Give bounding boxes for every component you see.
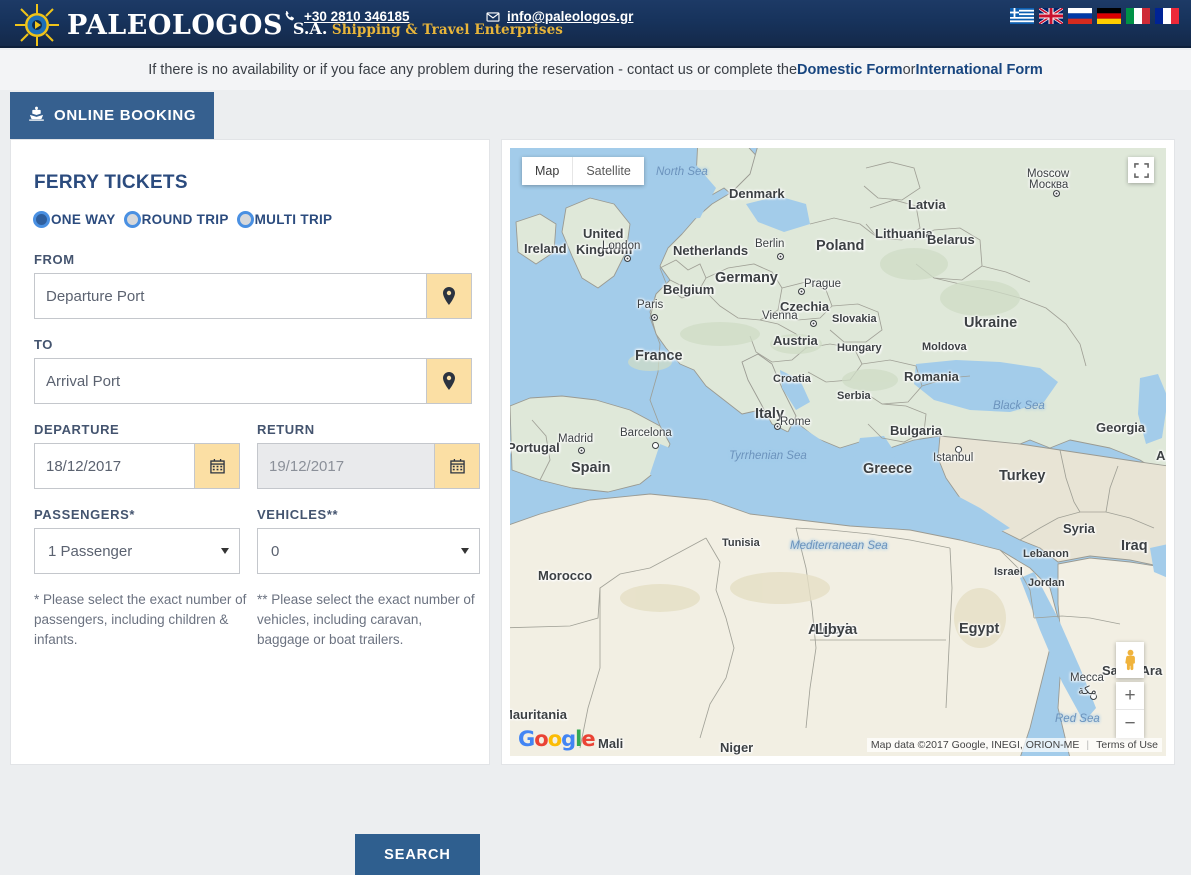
map-attribution: Map data ©2017 Google, INEGI, ORION-ME |… — [866, 738, 1162, 752]
arrival-port-input[interactable] — [34, 358, 426, 404]
return-date-row — [257, 443, 480, 489]
return-date-input[interactable] — [257, 443, 434, 489]
radio-label-multi-trip: MULTI TRIP — [254, 212, 333, 227]
map-city-dot — [777, 253, 784, 260]
phone-contact[interactable]: +30 2810 346185 — [283, 9, 409, 24]
map-type-satellite[interactable]: Satellite — [572, 157, 643, 185]
google-logo: Google — [518, 727, 596, 751]
map-pin-icon — [443, 287, 455, 305]
label-vehicles: VEHICLES** — [257, 507, 339, 522]
map-city-dot — [810, 320, 817, 327]
page-title: FERRY TICKETS — [34, 172, 188, 193]
map-panel: Map Satellite + − Google Map data ©2017 … — [501, 139, 1175, 765]
map-type-control[interactable]: Map Satellite — [522, 157, 644, 185]
phone-link[interactable]: +30 2810 346185 — [304, 9, 409, 24]
label-from: FROM — [34, 252, 75, 267]
google-map[interactable]: Map Satellite + − Google Map data ©2017 … — [510, 148, 1166, 756]
flag-english[interactable] — [1038, 6, 1064, 26]
email-contact[interactable]: info@paleologos.gr — [486, 9, 633, 24]
departure-port-input[interactable] — [34, 273, 426, 319]
label-to: TO — [34, 337, 54, 352]
map-geography — [510, 148, 1166, 756]
departure-date-row — [34, 443, 240, 489]
return-calendar-button[interactable] — [434, 443, 480, 489]
flag-german[interactable] — [1097, 8, 1121, 24]
calendar-icon — [449, 458, 465, 474]
departure-calendar-button[interactable] — [194, 443, 240, 489]
map-city-dot — [624, 255, 631, 262]
map-city-dot — [1053, 190, 1060, 197]
map-zoom-control[interactable]: + − — [1116, 682, 1144, 738]
map-city-dot — [652, 442, 659, 449]
domestic-form-link[interactable]: Domestic Form — [797, 62, 903, 78]
radio-label-round-trip: ROUND TRIP — [141, 212, 229, 227]
radio-multi-trip[interactable]: MULTI TRIP — [236, 211, 333, 228]
email-link[interactable]: info@paleologos.gr — [507, 9, 633, 24]
search-button[interactable]: SEARCH — [355, 834, 480, 875]
phone-icon — [283, 10, 297, 24]
flag-russian[interactable] — [1068, 8, 1092, 24]
map-type-map[interactable]: Map — [522, 157, 572, 185]
label-departure: DEPARTURE — [34, 422, 120, 437]
trip-type-group: ONE WAY ROUND TRIP MULTI TRIP — [33, 211, 340, 228]
calendar-icon — [209, 458, 225, 474]
radio-indicator-round-trip[interactable] — [123, 211, 141, 228]
passengers-select-wrap: 1 Passenger — [34, 528, 240, 574]
flag-italian[interactable] — [1126, 8, 1150, 24]
tab-online-booking[interactable]: ONLINE BOOKING — [10, 92, 215, 139]
pegman-icon — [1124, 649, 1135, 671]
label-return: RETURN — [257, 422, 315, 437]
map-city-dot — [578, 447, 585, 454]
notice-text: If there is no availability or if you fa… — [148, 62, 798, 78]
arrival-port-map-button[interactable] — [426, 358, 472, 404]
radio-indicator-multi-trip[interactable] — [236, 211, 254, 228]
availability-notice: If there is no availability or if you fa… — [0, 50, 1191, 90]
radio-label-one-way: ONE WAY — [51, 212, 116, 227]
vehicles-select[interactable]: 0 — [257, 528, 480, 574]
ship-icon — [28, 106, 45, 125]
map-city-dot — [774, 423, 781, 430]
zoom-out-button[interactable]: − — [1116, 710, 1144, 738]
map-city-dot — [651, 314, 658, 321]
envelope-icon — [486, 10, 500, 24]
radio-indicator-one-way[interactable] — [33, 211, 50, 228]
vehicles-select-wrap: 0 — [257, 528, 480, 574]
radio-one-way[interactable]: ONE WAY — [33, 211, 116, 228]
tab-label: ONLINE BOOKING — [54, 107, 197, 124]
to-field-row — [34, 358, 472, 404]
language-selector[interactable] — [1010, 6, 1179, 26]
attrib-divider: | — [1086, 739, 1090, 751]
international-form-link[interactable]: International Form — [915, 62, 1042, 78]
zoom-in-button[interactable]: + — [1116, 682, 1144, 710]
radio-round-trip[interactable]: ROUND TRIP — [123, 211, 229, 228]
street-view-pegman[interactable] — [1116, 642, 1144, 678]
map-city-dot — [798, 288, 805, 295]
site-header: PALEOLOGOS S.A. Shipping & Travel Enterp… — [0, 0, 1191, 48]
flag-greek[interactable] — [1010, 8, 1034, 24]
fullscreen-icon — [1133, 162, 1149, 178]
notice-between: or — [902, 62, 916, 78]
fullscreen-button[interactable] — [1128, 157, 1154, 183]
map-city-dot — [1090, 693, 1097, 700]
departure-port-map-button[interactable] — [426, 273, 472, 319]
departure-date-input[interactable] — [34, 443, 194, 489]
map-pin-icon — [443, 372, 455, 390]
map-data-text: Map data ©2017 Google, INEGI, ORION-ME — [870, 739, 1080, 751]
booking-form-panel: FERRY TICKETS ONE WAY ROUND TRIP MULTI T… — [10, 139, 490, 875]
sun-compass-icon — [14, 3, 60, 47]
terms-of-use-link[interactable]: Terms of Use — [1096, 739, 1158, 751]
from-field-row — [34, 273, 472, 319]
passengers-select[interactable]: 1 Passenger — [34, 528, 240, 574]
map-city-dot — [955, 446, 962, 453]
label-passengers: PASSENGERS* — [34, 507, 135, 522]
flag-french[interactable] — [1155, 8, 1179, 24]
note-passengers: * Please select the exact number of pass… — [34, 592, 247, 647]
note-vehicles: ** Please select the exact number of veh… — [257, 592, 475, 647]
